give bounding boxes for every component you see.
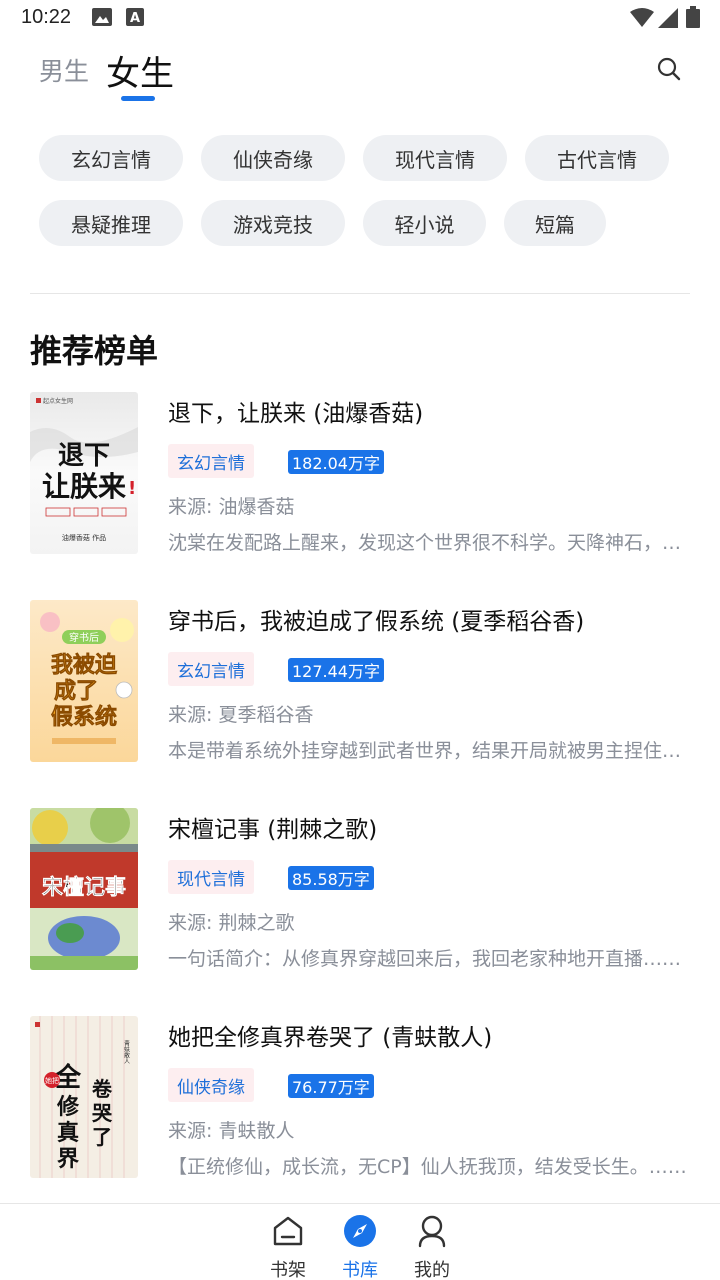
bookshelf-icon [273, 1216, 303, 1246]
nav-label: 书架 [270, 1260, 306, 1280]
category-chip[interactable]: 短篇 [504, 200, 606, 246]
nav-label: 书库 [342, 1260, 378, 1280]
svg-text:!: ! [128, 478, 136, 499]
signal-icon [658, 8, 678, 28]
book-item[interactable]: 穿书后 我被迫 成了 假系统 穿书后，我被迫成了假系统 (夏季稻谷香) 玄幻言情… [30, 600, 690, 762]
book-description: 【正统修仙，成长流，无CP】仙人抚我顶，结发受长生。…… [168, 1156, 687, 1178]
svg-text:让朕来: 让朕来 [42, 470, 126, 503]
svg-text:真: 真 [57, 1120, 79, 1146]
compass-icon [344, 1215, 376, 1247]
cover-author: 青蚨散人 [123, 1039, 130, 1064]
category-chip[interactable]: 仙侠奇缘 [201, 135, 345, 181]
a-text-icon: A [126, 8, 144, 26]
word-count-badge: 76.77万字 [288, 1074, 374, 1098]
book-source: 来源: 青蚨散人 [168, 1120, 295, 1142]
genre-tag: 玄幻言情 [168, 652, 254, 686]
svg-text:A: A [130, 11, 140, 26]
cover-badge: 穿书后 [69, 631, 99, 644]
nav-item-bookshelf[interactable]: 书架 [258, 1212, 318, 1280]
book-title[interactable]: 退下，让朕来 (油爆香菇) [168, 394, 423, 428]
svg-text:卷: 卷 [92, 1077, 113, 1101]
status-time: 10:22 [21, 6, 72, 28]
book-cover[interactable]: 全 修 真 界 卷 哭 了 她把 青蚨散人 [30, 1016, 138, 1178]
svg-text:退下: 退下 [58, 441, 110, 471]
book-description: 本是带着系统外挂穿越到武者世界，结果开局就被男主捏住…… [168, 740, 688, 762]
book-item[interactable]: 全 修 真 界 卷 哭 了 她把 青蚨散人 她把全修真界卷哭了 (青蚨散人) 仙… [30, 1016, 690, 1178]
book-item[interactable]: 退下 让朕来 ! 起点女生网 油爆香菇 作品 退下，让朕来 (油爆香菇) 玄幻言… [30, 392, 690, 554]
book-cover[interactable]: 穿书后 我被迫 成了 假系统 [30, 600, 138, 762]
tab-female[interactable]: 女生 [106, 46, 174, 95]
category-chip[interactable]: 悬疑推理 [39, 200, 183, 246]
book-source: 来源: 夏季稻谷香 [168, 704, 314, 726]
word-count-badge: 85.58万字 [288, 866, 374, 890]
profile-icon [418, 1215, 446, 1248]
category-chip[interactable]: 游戏竞技 [201, 200, 345, 246]
nav-label: 我的 [414, 1260, 450, 1280]
tab-male[interactable]: 男生 [39, 52, 89, 88]
status-bar: 10:22 A [0, 0, 720, 36]
book-description: 一句话简介：从修真界穿越回来后，我回老家种地开直播…… [168, 948, 682, 970]
svg-text:了: 了 [92, 1125, 112, 1149]
battery-icon [686, 6, 700, 28]
svg-text:修: 修 [56, 1094, 80, 1120]
nav-item-profile[interactable]: 我的 [402, 1212, 462, 1280]
category-chip[interactable]: 玄幻言情 [39, 135, 183, 181]
svg-text:宋檀记事: 宋檀记事 [42, 874, 126, 899]
cover-publisher: 起点女生网 [43, 397, 73, 405]
book-title[interactable]: 穿书后，我被迫成了假系统 (夏季稻谷香) [168, 602, 584, 636]
book-title[interactable]: 她把全修真界卷哭了 (青蚨散人) [168, 1018, 492, 1052]
category-chip[interactable]: 轻小说 [363, 200, 486, 246]
nav-item-library[interactable]: 书库 [330, 1212, 390, 1280]
svg-text:哭: 哭 [92, 1101, 113, 1125]
book-item[interactable]: 宋檀记事 宋檀记事 (荆棘之歌) 现代言情 85.58万字 来源: 荆棘之歌 一… [30, 808, 690, 970]
book-cover[interactable]: 退下 让朕来 ! 起点女生网 油爆香菇 作品 [30, 392, 138, 554]
genre-tag: 仙侠奇缘 [168, 1068, 254, 1102]
tab-indicator [121, 96, 155, 101]
svg-text:成了: 成了 [54, 679, 98, 704]
svg-text:界: 界 [57, 1146, 79, 1172]
genre-tag: 现代言情 [168, 860, 254, 894]
bottom-nav: 书架 书库 我的 [0, 1203, 720, 1280]
category-chip[interactable]: 现代言情 [363, 135, 507, 181]
book-source: 来源: 油爆香菇 [168, 496, 295, 518]
category-chip[interactable]: 古代言情 [525, 135, 669, 181]
svg-text:我被迫: 我被迫 [51, 652, 118, 678]
word-count-badge: 127.44万字 [288, 658, 384, 682]
book-title[interactable]: 宋檀记事 (荆棘之歌) [168, 810, 377, 844]
search-icon[interactable] [656, 56, 682, 82]
wifi-icon [630, 8, 654, 27]
svg-text:假系统: 假系统 [51, 704, 117, 730]
book-description: 沈棠在发配路上醒来，发现这个世界很不科学。天降神石，九州陆沉，国将不国…… [168, 532, 688, 554]
book-source: 来源: 荆棘之歌 [168, 912, 295, 934]
cover-small-text: 她把 [45, 1076, 59, 1085]
word-count-badge: 182.04万字 [288, 450, 384, 474]
genre-tag: 玄幻言情 [168, 444, 254, 478]
book-cover[interactable]: 宋檀记事 [30, 808, 138, 970]
section-title: 推荐榜单 [30, 332, 159, 370]
image-icon [92, 8, 112, 26]
divider [30, 293, 690, 294]
cover-author: 油爆香菇 作品 [62, 533, 106, 542]
